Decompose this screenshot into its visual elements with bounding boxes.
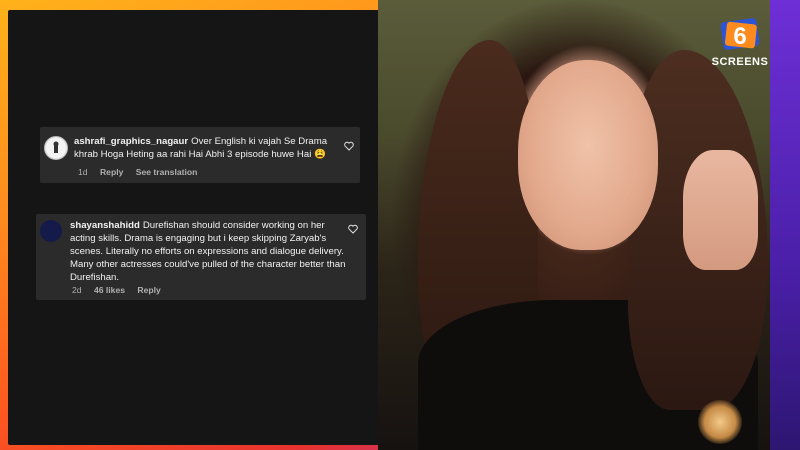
reply-link[interactable]: Reply bbox=[100, 167, 123, 177]
comment-username[interactable]: shayanshahidd bbox=[70, 220, 140, 231]
logo-mark-text: 6 bbox=[733, 23, 746, 50]
comment-meta: 1d Reply See translation bbox=[78, 167, 207, 177]
heart-outline-icon[interactable] bbox=[348, 224, 358, 234]
six-screens-logo: 6 SCREENS bbox=[700, 14, 780, 72]
comment-age: 2d bbox=[72, 285, 82, 295]
comment-meta: 2d 46 likes Reply bbox=[72, 285, 171, 295]
comment-card: shayanshahidd Durefishan should consider … bbox=[36, 214, 366, 300]
avatar[interactable] bbox=[44, 136, 68, 160]
logo-text: SCREENS bbox=[711, 56, 769, 68]
comment-body: shayanshahidd Durefishan should consider … bbox=[70, 219, 348, 284]
avatar[interactable] bbox=[40, 220, 62, 242]
hand bbox=[683, 150, 758, 270]
comment-username[interactable]: ashrafi_graphics_nagaur bbox=[74, 136, 188, 147]
likes-count[interactable]: 46 likes bbox=[94, 285, 125, 295]
see-translation-link[interactable]: See translation bbox=[136, 167, 198, 177]
comment-age: 1d bbox=[78, 167, 88, 177]
reply-link[interactable]: Reply bbox=[137, 285, 160, 295]
comment-body: ashrafi_graphics_nagaur Over English ki v… bbox=[74, 135, 344, 161]
comment-card: ashrafi_graphics_nagaur Over English ki v… bbox=[40, 127, 360, 183]
six-screens-logo-icon: 6 bbox=[720, 18, 760, 50]
face bbox=[518, 60, 658, 250]
user-avatar-icon bbox=[46, 138, 66, 158]
heart-outline-icon[interactable] bbox=[344, 141, 354, 151]
background-lamp bbox=[698, 400, 742, 444]
